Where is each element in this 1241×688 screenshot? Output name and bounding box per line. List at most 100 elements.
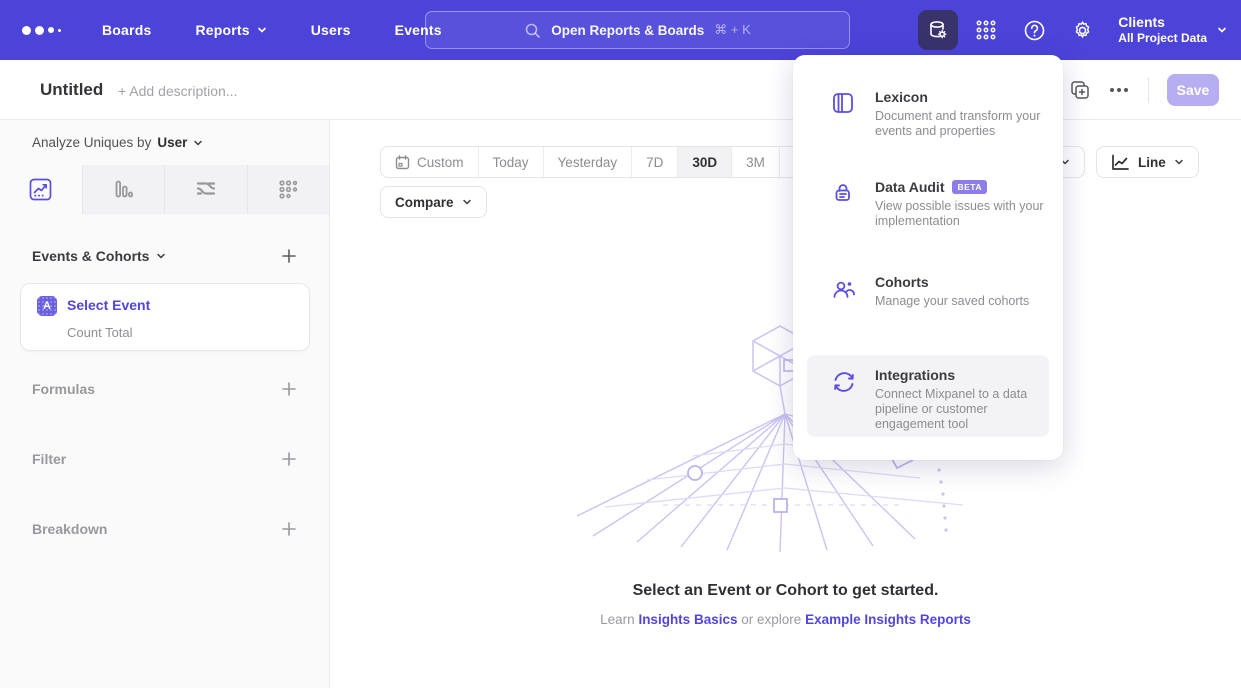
global-search-input[interactable]: Open Reports & Boards ⌘ + K	[425, 11, 850, 49]
formulas-section: Formulas	[32, 381, 297, 397]
filter-label: Filter	[32, 451, 66, 467]
events-cohorts-header: Events & Cohorts	[32, 248, 297, 264]
menu-item-data-audit[interactable]: Data Audit BETA View possible issues wit…	[807, 179, 1049, 239]
gear-icon	[1071, 19, 1094, 42]
date-range-label: 7D	[646, 155, 663, 170]
date-range-label: Custom	[417, 155, 464, 170]
divider	[1148, 77, 1149, 103]
menu-item-integrations[interactable]: Integrations Connect Mixpanel to a data …	[807, 355, 1049, 437]
nav-item-label: Users	[311, 22, 351, 38]
nav-item-label: Reports	[195, 22, 249, 38]
empty-state-subtitle: Learn Insights Basics or explore Example…	[330, 612, 1241, 627]
date-range-yesterday[interactable]: Yesterday	[544, 147, 633, 177]
count-total-label[interactable]: Count Total	[67, 325, 133, 340]
menu-item-lexicon[interactable]: Lexicon Document and transform your even…	[807, 89, 1049, 149]
save-button[interactable]: Save	[1167, 74, 1219, 106]
search-icon	[524, 22, 541, 39]
menu-item-title: Integrations	[875, 367, 955, 383]
line-chart-tab-icon	[29, 178, 52, 201]
empty-state-title: Select an Event or Cohort to get started…	[330, 582, 1241, 600]
date-range-3m[interactable]: 3M	[732, 147, 780, 177]
formulas-label: Formulas	[32, 381, 95, 397]
apps-button[interactable]	[966, 10, 1006, 50]
chevron-down-icon[interactable]	[193, 138, 203, 148]
chart-type-label: Line	[1138, 155, 1166, 170]
menu-item-description: View possible issues with your implement…	[875, 199, 1045, 229]
filter-section: Filter	[32, 451, 297, 467]
date-range-7d[interactable]: 7D	[632, 147, 678, 177]
calendar-icon	[395, 155, 410, 170]
date-range-today[interactable]: Today	[479, 147, 544, 177]
nav-item-reports[interactable]: Reports	[195, 22, 266, 38]
menu-item-cohorts[interactable]: Cohorts Manage your saved cohorts	[807, 274, 1049, 320]
analyze-value-dropdown[interactable]: User	[157, 135, 187, 150]
chevron-down-icon	[257, 25, 267, 35]
database-gear-icon	[926, 18, 950, 42]
date-range-label: Yesterday	[558, 155, 618, 170]
insights-basics-link[interactable]: Insights Basics	[638, 612, 737, 627]
project-switcher[interactable]: Clients All Project Data	[1118, 14, 1227, 46]
select-event-label: Select Event	[67, 297, 150, 313]
chevron-down-icon	[156, 251, 166, 261]
tab-flow[interactable]	[165, 165, 248, 214]
beta-badge: BETA	[952, 180, 987, 194]
learn-prefix: Learn	[600, 612, 635, 627]
org-name: Clients	[1118, 14, 1207, 31]
settings-button[interactable]	[1062, 10, 1102, 50]
tab-insights-line[interactable]	[0, 165, 83, 214]
duplicate-icon[interactable]	[1070, 80, 1090, 100]
compare-label: Compare	[395, 195, 454, 210]
data-audit-icon	[831, 181, 855, 205]
add-event-button[interactable]	[281, 248, 297, 264]
menu-item-title: Lexicon	[875, 89, 928, 105]
chevron-down-icon	[1174, 157, 1184, 167]
tab-metrics[interactable]	[248, 165, 330, 214]
mixpanel-logo[interactable]	[22, 26, 66, 35]
bar-chart-tab-icon	[112, 178, 135, 201]
metrics-tab-icon	[277, 178, 300, 201]
date-range-custom[interactable]: Custom	[381, 147, 479, 177]
tab-bar-chart[interactable]	[83, 165, 166, 214]
compare-dropdown[interactable]: Compare	[380, 186, 487, 218]
event-letter-badge: A	[37, 296, 57, 316]
example-reports-link[interactable]: Example Insights Reports	[805, 612, 971, 627]
date-range-label: 3M	[746, 155, 765, 170]
add-formula-button[interactable]	[281, 381, 297, 397]
chart-type-dropdown[interactable]: Line	[1096, 146, 1199, 178]
add-breakdown-button[interactable]	[281, 521, 297, 537]
data-management-menu: Lexicon Document and transform your even…	[793, 55, 1063, 460]
date-range-30d[interactable]: 30D	[678, 147, 732, 177]
events-cohorts-toggle[interactable]: Events & Cohorts	[32, 248, 166, 264]
or-explore-text: or explore	[741, 612, 801, 627]
top-nav: Boards Reports Users Events Open Reports…	[0, 0, 1241, 60]
date-range-label: Today	[493, 155, 529, 170]
analyze-prefix-label: Analyze Uniques by	[32, 135, 151, 150]
nav-item-boards[interactable]: Boards	[102, 22, 151, 38]
flow-tab-icon	[194, 177, 218, 201]
events-cohorts-label: Events & Cohorts	[32, 248, 149, 264]
help-button[interactable]	[1014, 10, 1054, 50]
lexicon-book-icon	[831, 91, 855, 115]
chevron-down-icon	[462, 197, 472, 207]
breakdown-section: Breakdown	[32, 521, 297, 537]
menu-item-title: Cohorts	[875, 274, 929, 290]
nav-item-users[interactable]: Users	[311, 22, 351, 38]
report-canvas: Custom Today Yesterday 7D 30D 3M 6M Line…	[330, 120, 1241, 688]
add-filter-button[interactable]	[281, 451, 297, 467]
line-chart-icon	[1111, 154, 1130, 171]
project-name: All Project Data	[1118, 31, 1207, 46]
menu-item-description: Document and transform your events and p…	[875, 109, 1045, 139]
more-options-button[interactable]	[1108, 82, 1130, 98]
nav-item-label: Boards	[102, 22, 151, 38]
question-circle-icon	[1023, 19, 1046, 42]
query-sidebar: Analyze Uniques by User	[0, 120, 330, 688]
apps-grid-icon	[975, 19, 997, 41]
search-placeholder: Open Reports & Boards	[551, 23, 704, 38]
menu-item-title: Data Audit	[875, 179, 944, 195]
select-event-card[interactable]: A Select Event Count Total	[20, 283, 310, 351]
chevron-down-icon	[1217, 25, 1227, 35]
report-description-placeholder[interactable]: + Add description...	[118, 83, 237, 99]
data-management-button[interactable]	[918, 10, 958, 50]
search-shortcut: ⌘ + K	[714, 22, 751, 38]
report-title[interactable]: Untitled	[40, 80, 103, 100]
